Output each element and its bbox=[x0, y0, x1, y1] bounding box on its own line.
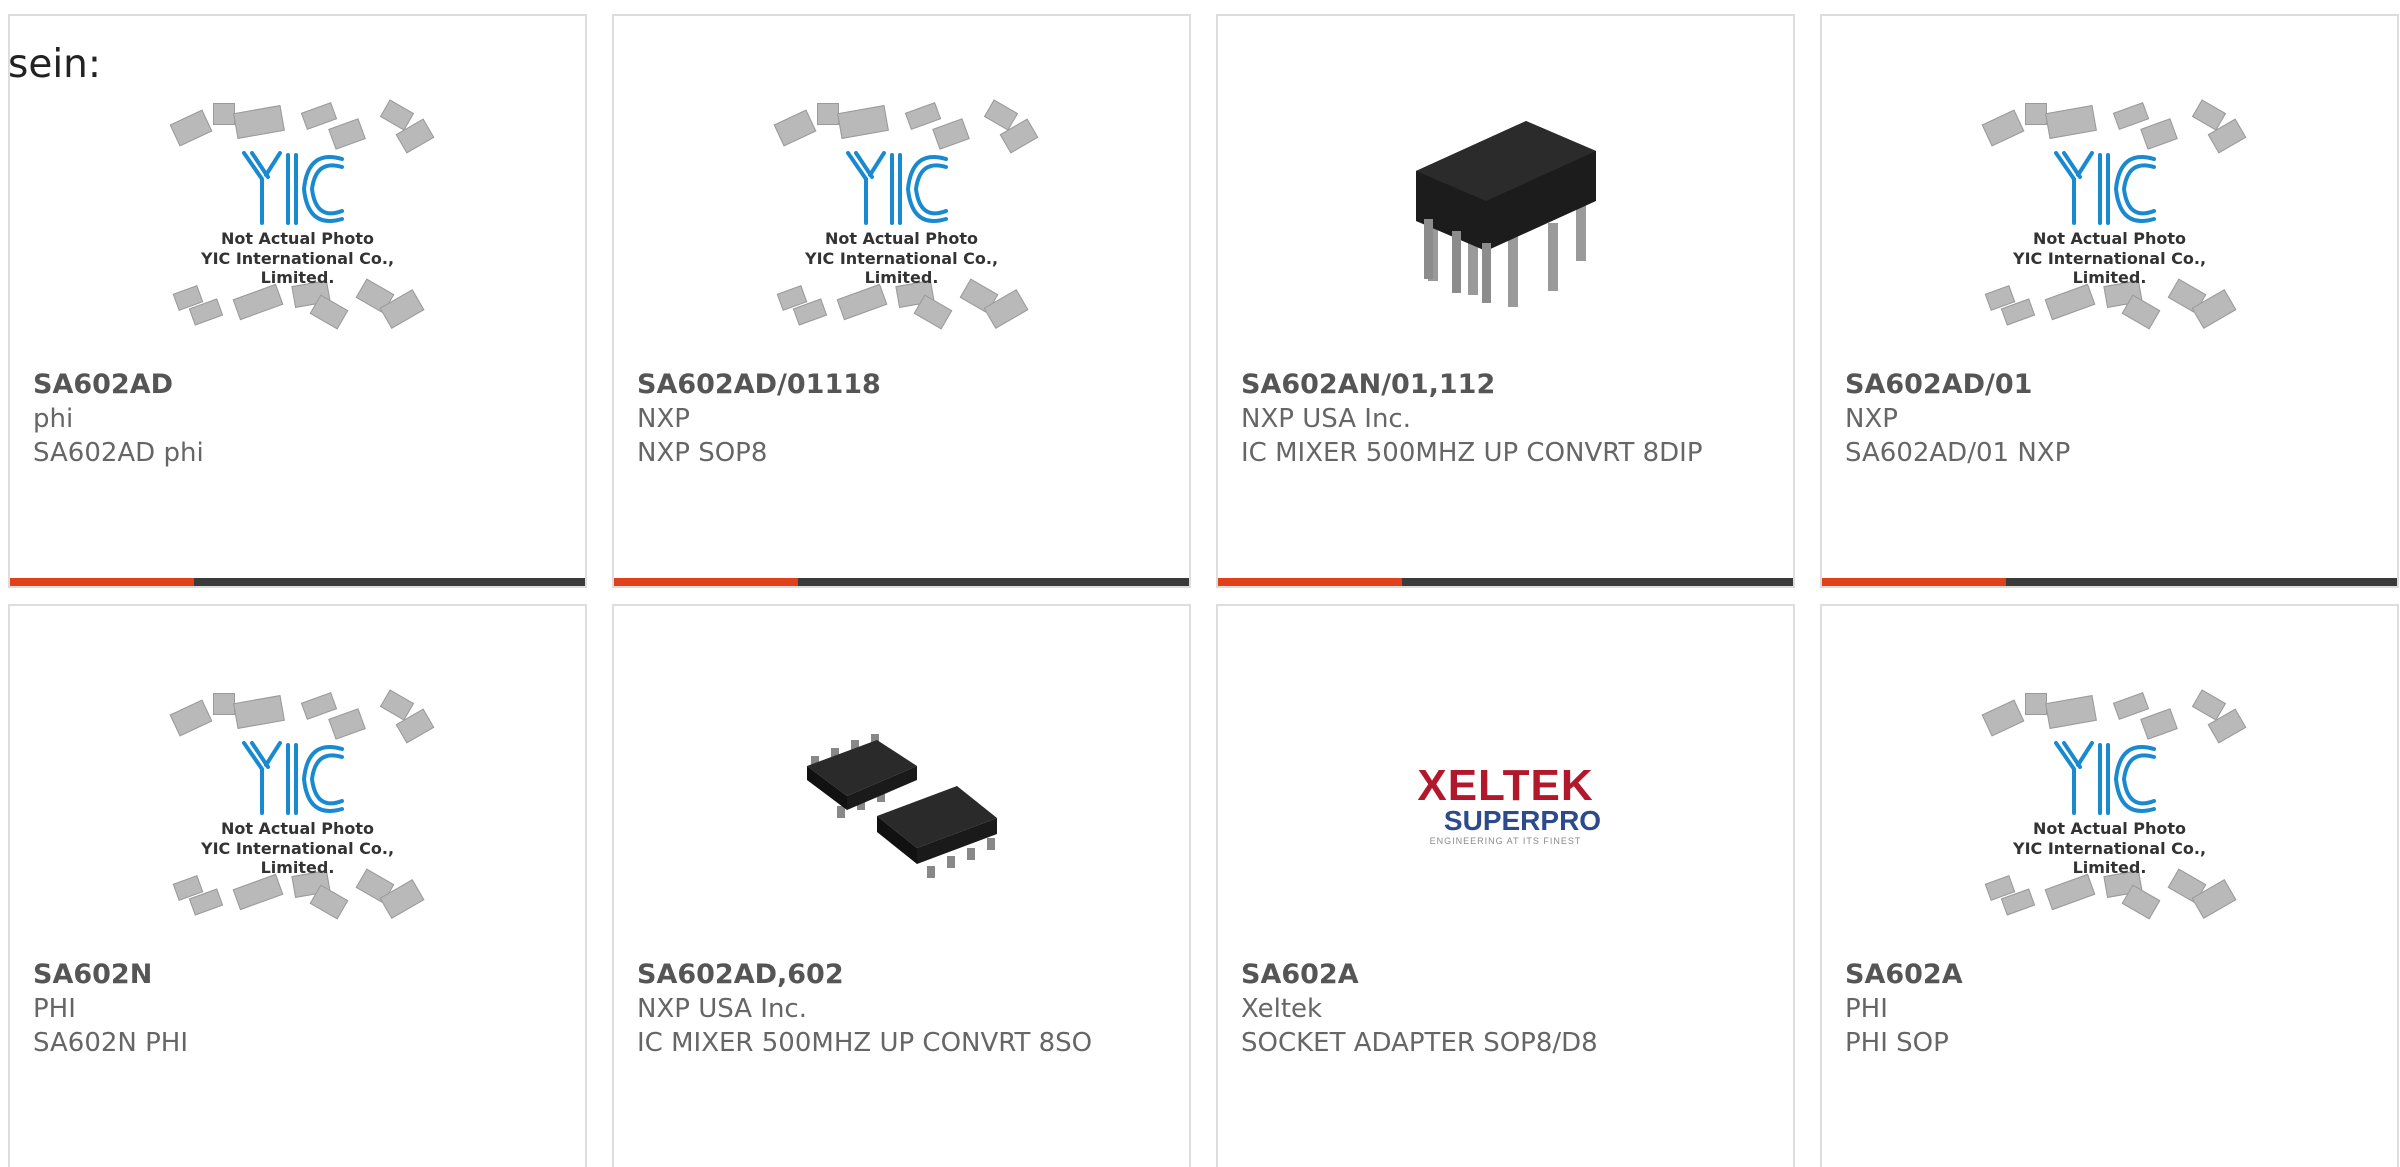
card-bottom-bar bbox=[1218, 578, 1793, 586]
card-bottom-bar bbox=[10, 578, 585, 586]
yic-logo-icon bbox=[845, 151, 948, 225]
part-number-link[interactable]: SA602A bbox=[1241, 958, 1773, 992]
placeholder-caption-line2: YIC International Co., Limited. bbox=[200, 249, 395, 287]
part-number-link[interactable]: SA602A bbox=[1845, 958, 2377, 992]
card-bottom-bar bbox=[1822, 578, 2397, 586]
placeholder-caption-line1: Not Actual Photo bbox=[220, 819, 375, 838]
manufacturer-text: PHI bbox=[1845, 994, 1888, 1024]
manufacturer-text: NXP bbox=[637, 404, 690, 434]
product-image[interactable]: Not Actual Photo YIC International Co., … bbox=[10, 66, 585, 366]
product-image[interactable]: Not Actual Photo YIC International Co., … bbox=[10, 656, 585, 956]
card-accent-bar bbox=[614, 578, 798, 586]
manufacturer-text: NXP USA Inc. bbox=[637, 994, 807, 1024]
part-number-link[interactable]: SA602AD,602 bbox=[637, 958, 1169, 992]
product-card[interactable]: Not Actual Photo YIC International Co., … bbox=[1820, 604, 2399, 1167]
product-info: SA602N PHI SA602N PHI bbox=[33, 958, 565, 1060]
product-info: SA602A Xeltek SOCKET ADAPTER SOP8/D8 bbox=[1241, 958, 1773, 1060]
not-actual-photo-image: Not Actual Photo YIC International Co., … bbox=[163, 681, 434, 931]
description-text: SA602AD/01 NXP bbox=[1845, 438, 2071, 468]
manufacturer-text: NXP USA Inc. bbox=[1241, 404, 1411, 434]
part-number-link[interactable]: SA602AD bbox=[33, 368, 565, 402]
xeltek-logo-image: XELTEK SUPERPRO ENGINEERING AT ITS FINES… bbox=[1401, 761, 1611, 847]
not-actual-photo-image: Not Actual Photo YIC International Co., … bbox=[767, 91, 1038, 341]
manufacturer-text: PHI bbox=[33, 994, 76, 1024]
product-card[interactable]: Not Actual Photo YIC International Co., … bbox=[8, 14, 587, 588]
manufacturer-text: NXP bbox=[1845, 404, 1898, 434]
placeholder-caption-line2: YIC International Co., Limited. bbox=[2012, 839, 2207, 877]
yic-logo-icon bbox=[2053, 151, 2156, 225]
product-info: SA602AD,602 NXP USA Inc. IC MIXER 500MHZ… bbox=[637, 958, 1169, 1060]
not-actual-photo-image: Not Actual Photo YIC International Co., … bbox=[1975, 681, 2246, 931]
product-info: SA602AD phi SA602AD phi bbox=[33, 368, 565, 470]
placeholder-caption-line1: Not Actual Photo bbox=[2032, 819, 2187, 838]
part-number-link[interactable]: SA602AN/01,112 bbox=[1241, 368, 1773, 402]
description-text: SOCKET ADAPTER SOP8/D8 bbox=[1241, 1028, 1598, 1058]
not-actual-photo-image: Not Actual Photo YIC International Co., … bbox=[1975, 91, 2246, 341]
product-grid-page: sein: Not Actual Photo YIC International… bbox=[0, 0, 2400, 1167]
product-info: SA602AN/01,112 NXP USA Inc. IC MIXER 500… bbox=[1241, 368, 1773, 470]
part-number-link[interactable]: SA602N bbox=[33, 958, 565, 992]
placeholder-caption-line2: YIC International Co., Limited. bbox=[804, 249, 999, 287]
product-card[interactable]: XELTEK SUPERPRO ENGINEERING AT ITS FINES… bbox=[1216, 604, 1795, 1167]
placeholder-caption-line2: YIC International Co., Limited. bbox=[200, 839, 395, 877]
product-image[interactable]: Not Actual Photo YIC International Co., … bbox=[614, 66, 1189, 366]
product-card[interactable]: SA602AD,602 NXP USA Inc. IC MIXER 500MHZ… bbox=[612, 604, 1191, 1167]
placeholder-caption-line2: YIC International Co., Limited. bbox=[2012, 249, 2207, 287]
card-accent-bar bbox=[1822, 578, 2006, 586]
dip8-chip-image bbox=[1415, 121, 1596, 307]
part-number-link[interactable]: SA602AD/01118 bbox=[637, 368, 1169, 402]
description-text: IC MIXER 500MHZ UP CONVRT 8SO bbox=[637, 1028, 1093, 1058]
not-actual-photo-image: Not Actual Photo YIC International Co., … bbox=[163, 91, 434, 341]
product-card[interactable]: Not Actual Photo YIC International Co., … bbox=[1820, 14, 2399, 588]
product-card[interactable]: SA602AN/01,112 NXP USA Inc. IC MIXER 500… bbox=[1216, 14, 1795, 588]
manufacturer-text: phi bbox=[33, 404, 74, 434]
product-card[interactable]: Not Actual Photo YIC International Co., … bbox=[612, 14, 1191, 588]
yic-logo-icon bbox=[2053, 741, 2156, 815]
card-accent-bar bbox=[1218, 578, 1402, 586]
product-info: SA602A PHI PHI SOP bbox=[1845, 958, 2377, 1060]
placeholder-caption-line1: Not Actual Photo bbox=[2032, 229, 2187, 248]
product-image[interactable]: Not Actual Photo YIC International Co., … bbox=[1822, 656, 2397, 956]
manufacturer-text: Xeltek bbox=[1241, 994, 1323, 1024]
product-image[interactable]: XELTEK SUPERPRO ENGINEERING AT ITS FINES… bbox=[1218, 656, 1793, 956]
product-card[interactable]: Not Actual Photo YIC International Co., … bbox=[8, 604, 587, 1167]
placeholder-caption-line1: Not Actual Photo bbox=[824, 229, 979, 248]
product-info: SA602AD/01118 NXP NXP SOP8 bbox=[637, 368, 1169, 470]
part-number-link[interactable]: SA602AD/01 bbox=[1845, 368, 2377, 402]
description-text: SA602N PHI bbox=[33, 1028, 189, 1058]
product-info: SA602AD/01 NXP SA602AD/01 NXP bbox=[1845, 368, 2377, 470]
superpro-wordmark: SUPERPRO bbox=[1443, 805, 1602, 836]
lead-text: sein: bbox=[8, 42, 102, 87]
so8-chips-image bbox=[806, 734, 997, 878]
product-image[interactable] bbox=[614, 656, 1189, 956]
card-bottom-bar bbox=[614, 578, 1189, 586]
description-text: IC MIXER 500MHZ UP CONVRT 8DIP bbox=[1241, 438, 1703, 468]
xeltek-wordmark: XELTEK bbox=[1417, 761, 1594, 810]
description-text: PHI SOP bbox=[1845, 1028, 1949, 1058]
description-text: NXP SOP8 bbox=[637, 438, 768, 468]
xeltek-tagline: ENGINEERING AT ITS FINEST bbox=[1429, 836, 1582, 846]
card-accent-bar bbox=[10, 578, 194, 586]
product-image[interactable] bbox=[1218, 66, 1793, 366]
description-text: SA602AD phi bbox=[33, 438, 204, 468]
placeholder-caption-line1: Not Actual Photo bbox=[220, 229, 375, 248]
yic-logo-icon bbox=[241, 741, 344, 815]
yic-logo-icon bbox=[241, 151, 344, 225]
product-image[interactable]: Not Actual Photo YIC International Co., … bbox=[1822, 66, 2397, 366]
